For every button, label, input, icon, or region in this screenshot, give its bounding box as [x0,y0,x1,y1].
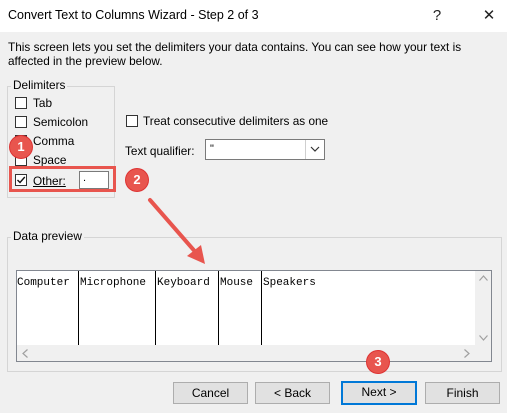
callout-1: 1 [10,136,32,158]
callout-2: 2 [126,169,148,191]
annotation-arrow [148,198,205,264]
callout-3: 3 [367,351,389,373]
